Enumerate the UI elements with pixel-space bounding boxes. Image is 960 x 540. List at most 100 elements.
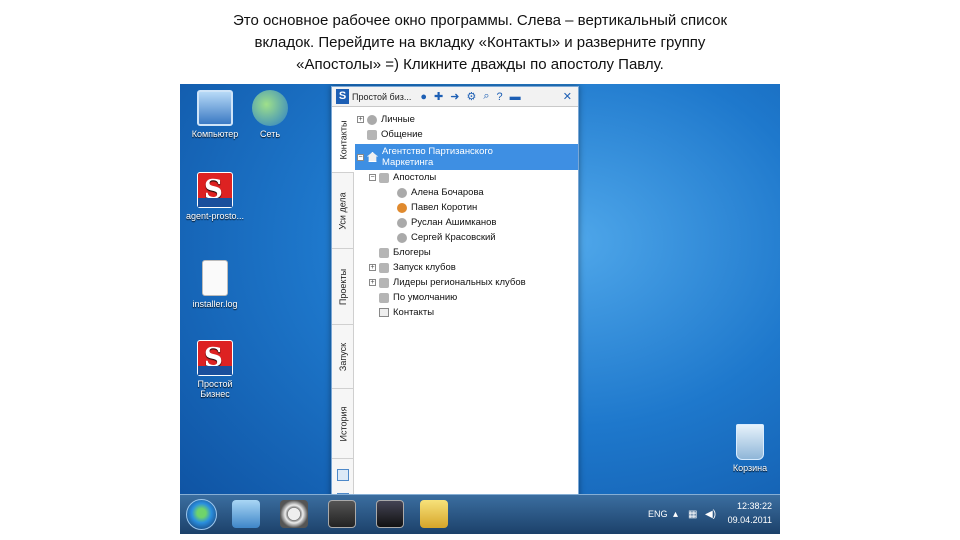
tree-item-regional-leaders[interactable]: + Лидеры региональных клубов <box>355 275 578 290</box>
group-icon <box>367 129 377 140</box>
desktop-icon-file[interactable]: installer.log <box>180 260 250 309</box>
caption-line-1: Это основное рабочее окно программы. Сле… <box>232 12 728 29</box>
clock[interactable]: 12:38:22 09.04.2011 <box>728 499 772 527</box>
tree-item-label: Апостолы <box>393 172 437 183</box>
help-icon[interactable]: ? <box>496 91 502 103</box>
person-icon <box>397 232 407 243</box>
computer-icon <box>197 90 233 126</box>
person-icon <box>397 202 407 213</box>
tree-item-contacts[interactable]: Контакты <box>355 305 578 320</box>
export-icon[interactable] <box>337 469 349 481</box>
tree-item-club-launch[interactable]: + Запуск клубов <box>355 260 578 275</box>
app-title: Простой биз... <box>352 91 412 102</box>
tree-item-social[interactable]: Общение <box>355 127 578 142</box>
close-icon[interactable]: ✕ <box>563 90 572 103</box>
network-icon <box>252 90 288 126</box>
taskbar: ENG ▴ ▦ ◀) 12:38:22 09.04.2011 <box>180 494 780 534</box>
expand-icon[interactable]: + <box>357 116 364 123</box>
minimize-icon[interactable]: ▬ <box>510 91 521 103</box>
desktop-icon-network[interactable]: Сеть <box>235 90 305 139</box>
contacts-tree: + Личные Общение − Агентство Партизанско… <box>355 108 578 507</box>
desktop-icon-label: Сеть <box>259 129 281 139</box>
desktop-icon-label-1: Простой <box>197 379 233 389</box>
tree-item-label: Блогеры <box>393 247 431 258</box>
tab-all-tasks[interactable]: Уси дела <box>332 173 354 249</box>
tree-item-member[interactable]: Сергей Красовский <box>355 230 578 245</box>
person-icon <box>367 114 377 125</box>
tree-item-label-2: Маркетинга <box>382 157 434 168</box>
prostoy-logo-icon: S <box>197 340 233 376</box>
desktop-icon-label: Корзина <box>732 463 768 473</box>
tree-item-agency[interactable]: − Агентство Партизанского Маркетинга <box>355 144 578 170</box>
desktop-icon-label-2: Бизнес <box>200 389 230 399</box>
contacts-icon <box>379 308 389 317</box>
desktop-icon-agent[interactable]: S agent-prosto... <box>180 172 250 221</box>
volume-tray-icon[interactable]: ◀) <box>705 509 716 520</box>
tab-projects[interactable]: Проекты <box>332 249 354 325</box>
person-icon <box>397 187 407 198</box>
tree-item-label: Лидеры региональных клубов <box>393 277 526 288</box>
search-icon[interactable]: ⌕ <box>483 90 489 103</box>
collapse-icon[interactable]: − <box>369 174 376 181</box>
prostoy-logo-icon: S <box>197 172 233 208</box>
tab-launch[interactable]: Запуск <box>332 325 354 389</box>
tree-item-personal[interactable]: + Личные <box>355 112 578 127</box>
windows-desktop: Компьютер Сеть S agent-prosto... install… <box>180 84 780 534</box>
tree-item-label: Контакты <box>393 307 435 318</box>
tab-history[interactable]: История <box>332 389 354 459</box>
tab-label: Проекты <box>338 268 348 305</box>
tree-item-member-pavel[interactable]: Павел Коротин <box>355 200 578 215</box>
tree-item-label: Алена Бочарова <box>411 187 484 198</box>
tree-item-member[interactable]: Руслан Ашимканов <box>355 215 578 230</box>
clock-date: 09.04.2011 <box>727 515 772 525</box>
app-titlebar: S Простой биз... ● ✚ ➜ ⚙ ⌕ ? ▬ ✕ <box>332 87 578 107</box>
opera-taskbar-icon[interactable] <box>280 500 308 528</box>
tree-item-label: Руслан Ашимканов <box>411 217 497 228</box>
network-tray-icon[interactable]: ▦ <box>688 509 697 520</box>
start-button[interactable] <box>186 499 217 530</box>
person-icon[interactable]: ● <box>420 91 427 103</box>
tree-item-label: Павел Коротин <box>411 202 478 213</box>
tab-label: Уси дела <box>338 191 349 230</box>
group-icon <box>379 262 389 273</box>
vertical-tab-list: Контакты Уси дела Проекты Запуск История <box>332 107 354 507</box>
tab-label: История <box>338 406 348 441</box>
caption-line-3: «Апостолы» =) Кликните дважды по апостол… <box>296 56 664 73</box>
instruction-caption: Это основное рабочее окно программы. Сле… <box>150 10 810 76</box>
tree-item-label: По умолчанию <box>393 292 458 303</box>
group-icon <box>379 172 389 183</box>
tree-item-label: Сергей Красовский <box>411 232 496 243</box>
media-taskbar-icon[interactable] <box>328 500 356 528</box>
tab-contacts[interactable]: Контакты <box>332 107 354 173</box>
gear-icon[interactable]: ⚙ <box>466 90 476 103</box>
expand-icon[interactable]: + <box>369 279 376 286</box>
tree-item-bloggers[interactable]: Блогеры <box>355 245 578 260</box>
expand-icon[interactable]: + <box>369 264 376 271</box>
desktop-icon-recycle-bin[interactable]: Корзина <box>715 424 780 473</box>
group-icon <box>379 247 389 258</box>
text-file-icon <box>202 260 228 296</box>
tree-item-default[interactable]: По умолчанию <box>355 290 578 305</box>
desktop-icon-prostoy-biznes[interactable]: S Простой Бизнес <box>180 340 250 399</box>
explorer-taskbar-icon[interactable] <box>232 500 260 528</box>
tab-label: Контакты <box>338 120 348 159</box>
tree-item-label: Общение <box>381 129 423 140</box>
tree-item-apostles[interactable]: − Апостолы <box>355 170 578 185</box>
app-taskbar-icon[interactable] <box>376 500 404 528</box>
app-logo-icon: S <box>336 89 349 104</box>
tray-up-arrow-icon[interactable]: ▴ <box>673 509 678 520</box>
arrow-right-icon[interactable]: ➜ <box>450 90 459 103</box>
tree-item-label-1: Агентство Партизанского <box>382 146 493 157</box>
folder-taskbar-icon[interactable] <box>420 500 448 528</box>
tree-item-label: Личные <box>381 114 415 125</box>
collapse-icon[interactable]: − <box>357 153 364 161</box>
group-icon <box>379 277 389 288</box>
language-indicator[interactable]: ENG <box>648 509 668 519</box>
desktop-icon-label: installer.log <box>192 299 238 309</box>
tab-label: Запуск <box>338 342 348 371</box>
clock-time: 12:38:22 <box>736 501 772 511</box>
person-icon <box>397 217 407 228</box>
slide: Это основное рабочее окно программы. Сле… <box>0 0 960 540</box>
tree-item-member[interactable]: Алена Бочарова <box>355 185 578 200</box>
add-icon[interactable]: ✚ <box>434 90 443 103</box>
